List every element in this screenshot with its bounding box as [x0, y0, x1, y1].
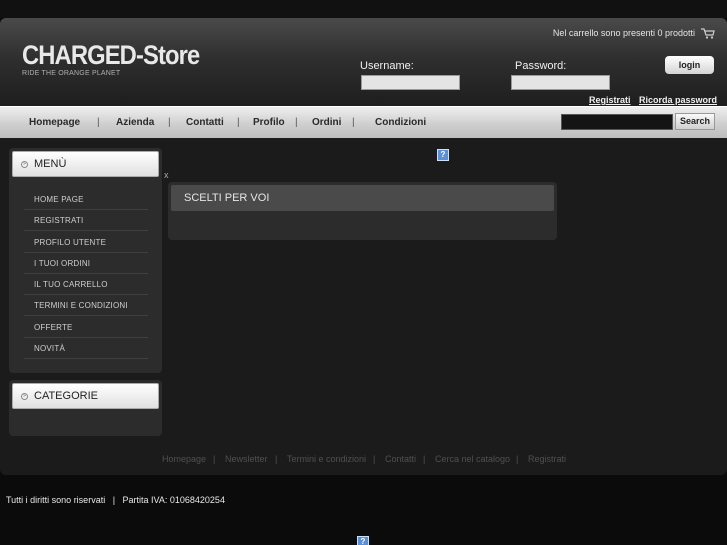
- menu-item-carrello[interactable]: IL TUO CARRELLO: [24, 274, 148, 295]
- nav-separator: |: [352, 117, 355, 128]
- page: CHARGED-Store RIDE THE ORANGE PLANET Nel…: [0, 0, 727, 545]
- categories-title: CATEGORIE: [34, 390, 98, 402]
- bullet-icon: »: [21, 161, 28, 168]
- menu-item-label: I TUOI ORDINI: [34, 259, 91, 268]
- logo-tagline: RIDE THE ORANGE PLANET: [22, 70, 121, 77]
- nav-azienda[interactable]: Azienda: [116, 117, 154, 128]
- footer-separator: |: [213, 454, 216, 464]
- menu-item-profilo[interactable]: PROFILO UTENTE: [24, 232, 148, 253]
- menu-item-label: IL TUO CARRELLO: [34, 280, 108, 289]
- close-icon[interactable]: x: [164, 170, 169, 180]
- bullet-icon: »: [21, 393, 28, 400]
- username-label: Username:: [360, 60, 414, 72]
- help-icon[interactable]: ?: [357, 536, 369, 545]
- menu-item-label: REGISTRATI: [34, 216, 84, 225]
- store-logo[interactable]: CHARGED-Store: [22, 40, 200, 71]
- cart-status-text[interactable]: Nel carrello sono presenti 0 prodotti: [553, 28, 695, 38]
- remember-password-link[interactable]: Ricorda password: [639, 95, 717, 105]
- nav-ordini[interactable]: Ordini: [312, 117, 341, 128]
- register-link[interactable]: Registrati: [589, 95, 631, 105]
- search-button[interactable]: Search: [675, 113, 715, 130]
- password-label: Password:: [515, 60, 567, 72]
- menu-item-label: OFFERTE: [34, 323, 73, 332]
- footer-link-cerca[interactable]: Cerca nel catalogo: [435, 454, 510, 464]
- menu-item-termini[interactable]: TERMINI E CONDIZIONI: [24, 295, 148, 316]
- nav-separator: |: [237, 117, 240, 128]
- menu-item-ordini[interactable]: I TUOI ORDINI: [24, 253, 148, 274]
- nav-homepage[interactable]: Homepage: [29, 117, 80, 128]
- menu-item-novita[interactable]: NOVITÀ: [24, 338, 148, 359]
- nav-separator: |: [295, 117, 298, 128]
- main-nav: Homepage | Azienda | Contatti | Profilo …: [0, 106, 727, 138]
- menu-item-label: NOVITÀ: [34, 344, 65, 353]
- footer-separator: |: [373, 454, 376, 464]
- footer-link-registrati[interactable]: Registrati: [528, 454, 566, 464]
- menu-item-offerte[interactable]: OFFERTE: [24, 317, 148, 338]
- search-input[interactable]: [561, 114, 673, 130]
- menu-title: MENÙ: [34, 158, 67, 170]
- footer-separator: |: [423, 454, 426, 464]
- header: CHARGED-Store RIDE THE ORANGE PLANET Nel…: [0, 18, 727, 106]
- nav-separator: |: [97, 117, 100, 128]
- footer-separator: |: [275, 454, 278, 464]
- categories-box-header: » CATEGORIE: [12, 383, 159, 409]
- help-icon[interactable]: ?: [437, 149, 449, 161]
- footer-link-newsletter[interactable]: Newsletter: [225, 454, 268, 464]
- menu-item-label: PROFILO UTENTE: [34, 238, 107, 247]
- login-button[interactable]: login: [665, 56, 714, 74]
- menu-item-home[interactable]: HOME PAGE: [24, 189, 148, 210]
- top-strip: [0, 0, 727, 18]
- username-input[interactable]: [361, 75, 460, 90]
- cart-icon[interactable]: [701, 28, 715, 39]
- categories-box: » CATEGORIE: [9, 380, 162, 436]
- menu-item-label: TERMINI E CONDIZIONI: [34, 301, 128, 310]
- featured-panel: SCELTI PER VOI: [168, 182, 557, 240]
- nav-contatti[interactable]: Contatti: [186, 117, 224, 128]
- menu-item-label: HOME PAGE: [34, 195, 84, 204]
- footer-link-termini[interactable]: Termini e condizioni: [287, 454, 366, 464]
- featured-panel-header: SCELTI PER VOI: [171, 185, 554, 211]
- menu-box-header: » MENÙ: [12, 151, 159, 177]
- copyright-text: Tutti i diritti sono riservati | Partita…: [6, 495, 225, 505]
- footer-separator: |: [516, 454, 519, 464]
- featured-title: SCELTI PER VOI: [184, 192, 270, 204]
- nav-separator: |: [168, 117, 171, 128]
- password-input[interactable]: [511, 75, 610, 90]
- nav-profilo[interactable]: Profilo: [253, 117, 285, 128]
- footer-link-contatti[interactable]: Contatti: [385, 454, 416, 464]
- nav-condizioni[interactable]: Condizioni: [375, 117, 426, 128]
- menu-item-registrati[interactable]: REGISTRATI: [24, 210, 148, 231]
- footer-link-homepage[interactable]: Homepage: [162, 454, 206, 464]
